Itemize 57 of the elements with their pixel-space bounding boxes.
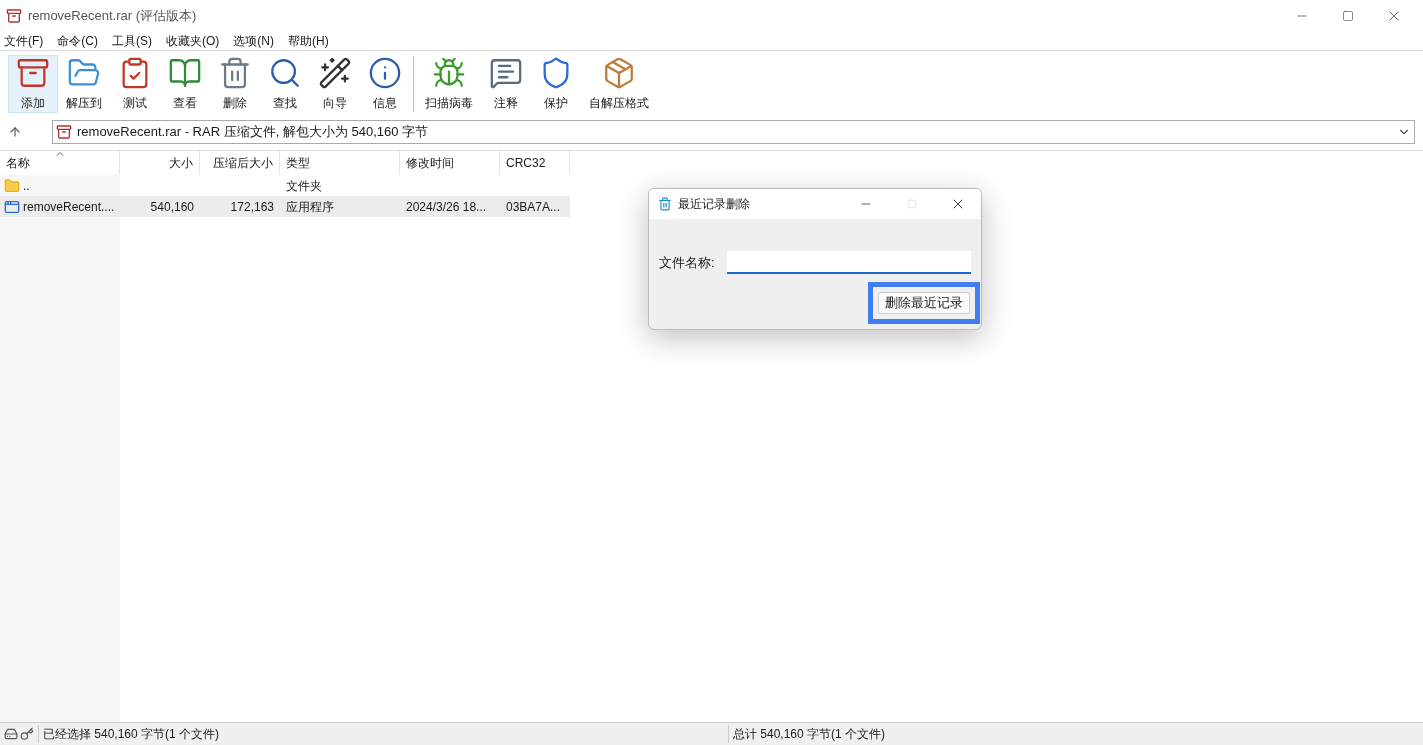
toolbar-button[interactable]: 扫描病毒 [417, 54, 481, 113]
info-icon [368, 55, 402, 90]
toolbar-button[interactable]: 删除 [210, 54, 260, 113]
window-title: removeRecent.rar (评估版本) [28, 7, 197, 26]
toolbar-button[interactable]: 查看 [160, 54, 210, 113]
file-row[interactable]: removeRecent.... 540,160 172,163 应用程序 2024/3/26 18... 03BA7A... [0, 196, 570, 217]
toolbar-button[interactable]: 保护 [531, 54, 581, 113]
column-header[interactable]: 类型 [280, 151, 400, 175]
toolbar-button[interactable]: 向导 [310, 54, 360, 113]
toolbar-button[interactable]: 添加 [8, 54, 58, 113]
bug-icon [432, 55, 466, 90]
table-cell-text: 应用程序 [286, 198, 334, 216]
address-bar[interactable]: removeRecent.rar - RAR 压缩文件, 解包大小为 540,160 字节 [52, 120, 1415, 144]
menu-item[interactable]: 文件(F) [4, 32, 44, 50]
dialog-title: 最近记录删除 [678, 196, 750, 213]
toolbar-button[interactable]: 测试 [110, 54, 160, 113]
trash-icon [658, 197, 672, 211]
box-icon [602, 55, 636, 90]
maximize-icon [907, 199, 917, 209]
toolbar-button[interactable]: 自解压格式 [581, 54, 657, 113]
column-header[interactable]: 大小 [120, 151, 200, 175]
toolbar-button[interactable]: 信息 [360, 54, 410, 113]
toolbar-button[interactable]: 解压到 [58, 54, 110, 113]
folder-icon [4, 177, 20, 194]
program-icon [4, 198, 20, 215]
menu-item[interactable]: 选项(N) [233, 32, 274, 50]
table-cell-text: .. [23, 177, 30, 195]
up-arrow-icon[interactable] [8, 125, 22, 139]
column-header[interactable]: 压缩后大小 [200, 151, 280, 175]
table-cell-text: 文件夹 [286, 177, 322, 195]
maximize-icon [1342, 10, 1354, 22]
table-cell-text: 540,160 [150, 198, 194, 216]
column-header[interactable]: 名称 [0, 151, 120, 175]
toolbar-button[interactable]: 查找 [260, 54, 310, 113]
column-header[interactable]: 修改时间 [400, 151, 500, 175]
table-cell-text: 2024/3/26 18... [406, 198, 487, 216]
archive-icon [56, 124, 72, 140]
status-text: 已经选择 540,160 字节(1 个文件) [38, 725, 728, 743]
toolbar-button[interactable]: 注释 [481, 54, 531, 113]
file-row[interactable]: .. 文件夹 [0, 175, 570, 196]
key-icon [20, 727, 34, 741]
menu-item[interactable]: 帮助(H) [288, 32, 329, 50]
field-label: 文件名称: [659, 253, 715, 272]
table-cell-text: removeRecent.... [23, 198, 115, 216]
column-header[interactable]: CRC32 [500, 151, 570, 175]
trash-icon [218, 55, 252, 90]
menu-item[interactable]: 工具(S) [112, 32, 152, 50]
menu-item[interactable]: 收藏夹(O) [166, 32, 220, 50]
delete-recent-button[interactable]: 删除最近记录 [878, 292, 970, 314]
drive-icon [4, 727, 18, 741]
wand-icon [318, 55, 352, 90]
input-field[interactable] [726, 251, 971, 274]
status-text: 总计 540,160 字节(1 个文件) [728, 725, 886, 743]
table-cell-text: 03BA7A... [506, 198, 561, 216]
app-logo-icon [6, 8, 22, 24]
menu-item[interactable]: 命令(C) [57, 32, 98, 50]
table-cell-text: 172,163 [230, 198, 274, 216]
